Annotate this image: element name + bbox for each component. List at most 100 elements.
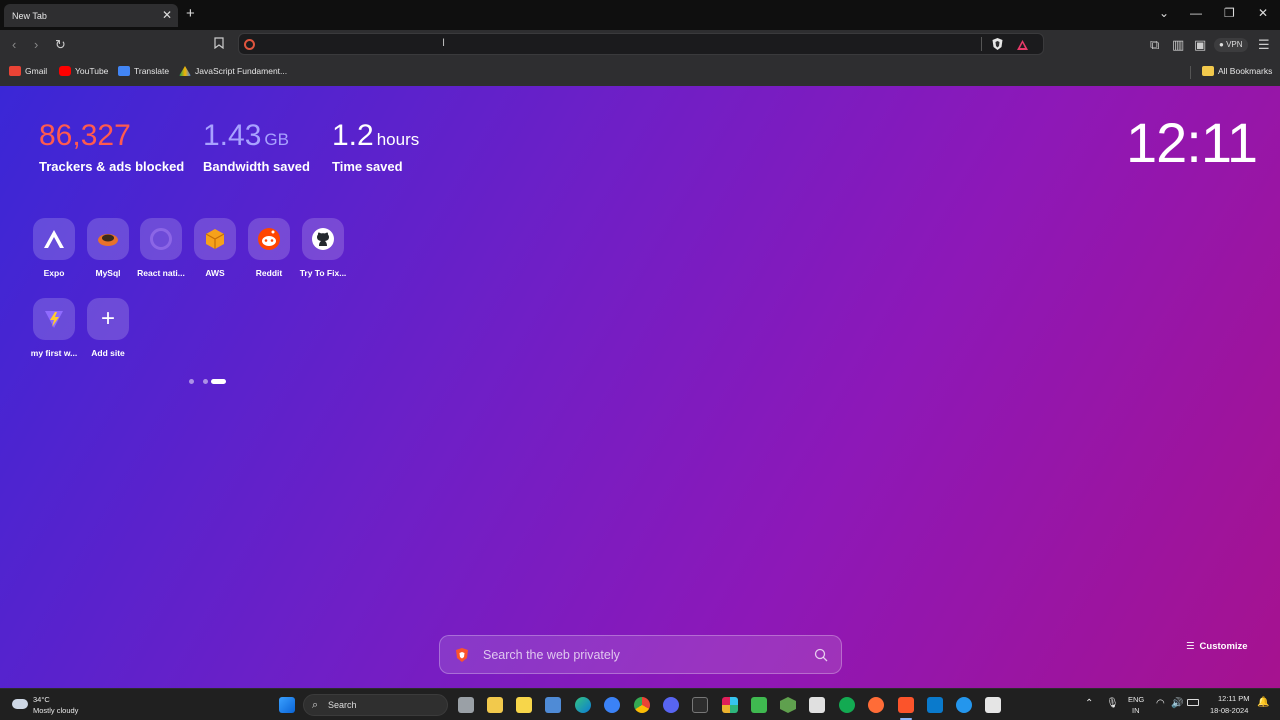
bookmarks-divider	[1190, 66, 1191, 79]
microsoft-store-icon[interactable]	[545, 697, 561, 713]
snipping-tool-icon[interactable]	[985, 697, 1001, 713]
terminal-icon[interactable]	[692, 697, 708, 713]
top-sites-page-dot[interactable]	[203, 379, 208, 384]
search-box[interactable]: Search the web privately	[439, 635, 842, 674]
bookmark-label: Gmail	[25, 66, 48, 76]
bookmark-label: JavaScript Fundament...	[195, 66, 288, 76]
close-tab-icon[interactable]: ✕	[162, 8, 172, 22]
taskbar-search-icon: ⌕	[312, 699, 319, 711]
taskbar-time[interactable]: 12:11 PM	[1218, 694, 1250, 703]
top-sites-page-dot[interactable]	[189, 379, 194, 384]
brave-shields-icon[interactable]	[991, 37, 1004, 56]
address-bar[interactable]: I	[238, 33, 1044, 55]
language-indicator-top[interactable]: ENG	[1128, 695, 1144, 704]
trackers-blocked-count: 86,327	[39, 119, 131, 152]
reddit-icon	[258, 228, 280, 250]
nodejs-icon[interactable]	[780, 697, 796, 713]
new-tab-button[interactable]: +	[186, 6, 195, 22]
mysql-icon	[98, 234, 118, 246]
task-view-icon[interactable]	[458, 697, 474, 713]
top-site-aws[interactable]	[194, 218, 236, 260]
all-bookmarks-label: All Bookmarks	[1218, 66, 1273, 76]
weather-desc: Mostly cloudy	[33, 706, 79, 715]
aws-icon	[205, 229, 225, 249]
bookmark-label: Translate	[134, 66, 170, 76]
tab-new-tab[interactable]: New Tab ✕	[4, 4, 178, 27]
bookmark-label: YouTube	[75, 66, 109, 76]
mongodb-compass-icon[interactable]	[839, 697, 855, 713]
top-site-expo[interactable]	[33, 218, 75, 260]
time-number: 1.2	[332, 119, 374, 152]
docker-icon[interactable]	[956, 697, 972, 713]
site-info-icon[interactable]	[244, 39, 255, 50]
battery-icon[interactable]	[1187, 699, 1199, 706]
taskbar-date[interactable]: 18-08-2024	[1210, 706, 1248, 715]
volume-icon[interactable]: 🔊	[1171, 698, 1183, 709]
all-bookmarks-button[interactable]: All Bookmarks	[1202, 66, 1272, 76]
top-site-my-first-website[interactable]	[33, 298, 75, 340]
customize-label: Customize	[1199, 641, 1248, 652]
reload-button[interactable]: ↻	[55, 37, 66, 53]
show-hidden-icons-chevron-icon[interactable]: ⌃	[1085, 698, 1093, 709]
app-icon[interactable]	[604, 697, 620, 713]
sliders-icon: ☰	[1186, 641, 1195, 652]
brave-rewards-icon[interactable]	[1016, 38, 1029, 56]
extensions-icon[interactable]: ⧉	[1150, 37, 1159, 53]
restore-button[interactable]: ❐	[1224, 6, 1235, 20]
top-site-label: Try To Fix...	[299, 268, 347, 278]
text-cursor-icon: I	[442, 37, 446, 49]
vscode-icon[interactable]	[927, 697, 943, 713]
file-explorer-icon[interactable]	[487, 697, 503, 713]
omnibox-divider	[981, 37, 982, 51]
slack-icon[interactable]	[722, 697, 738, 713]
chrome-icon[interactable]	[634, 697, 650, 713]
time-saved-value: 1.2 hours	[332, 118, 419, 158]
app-icon[interactable]	[809, 697, 825, 713]
trackers-blocked-label: Trackers & ads blocked	[39, 159, 185, 174]
plus-icon: +	[100, 305, 115, 332]
edge-icon[interactable]	[575, 697, 591, 713]
back-button[interactable]: ‹	[12, 37, 16, 53]
wallet-icon[interactable]: ▣	[1194, 37, 1206, 53]
wifi-icon[interactable]: ◠	[1156, 698, 1165, 709]
miro-icon[interactable]	[516, 697, 532, 713]
app-green-icon[interactable]	[751, 697, 767, 713]
top-site-reddit[interactable]	[248, 218, 290, 260]
translate-icon	[118, 66, 130, 76]
top-sites-page-dot-active[interactable]	[211, 379, 226, 384]
forward-button[interactable]: ›	[34, 37, 38, 53]
minimize-button[interactable]: —	[1190, 6, 1202, 20]
customize-button[interactable]: ☰ Customize	[1186, 641, 1248, 652]
bookmark-translate[interactable]: Translate	[118, 66, 169, 76]
top-site-react-native[interactable]	[140, 218, 182, 260]
language-indicator-bottom: IN	[1132, 706, 1140, 715]
brave-browser-icon[interactable]	[898, 697, 914, 713]
bookmark-gmail[interactable]: Gmail	[9, 66, 47, 76]
time-unit: hours	[376, 130, 420, 149]
microphone-icon[interactable]: 🎙	[1106, 698, 1119, 709]
brave-logo-icon	[456, 648, 468, 662]
discord-icon[interactable]	[663, 697, 679, 713]
windows-start-icon[interactable]	[279, 697, 295, 713]
sidebar-icon[interactable]: ▥	[1172, 37, 1184, 53]
bandwidth-number: 1.43	[203, 119, 262, 152]
close-window-button[interactable]: ✕	[1258, 6, 1268, 20]
vpn-button[interactable]: ● VPN	[1214, 38, 1248, 52]
add-site-button[interactable]: +	[87, 298, 129, 340]
expo-icon	[44, 230, 64, 248]
top-site-mysql[interactable]	[87, 218, 129, 260]
top-site-github[interactable]	[302, 218, 344, 260]
bandwidth-saved-value: 1.43 GB	[203, 118, 289, 158]
bookmark-javascript-fundamentals[interactable]: JavaScript Fundament...	[179, 66, 287, 76]
notifications-bell-icon[interactable]: 🔔	[1257, 697, 1269, 708]
taskbar-search[interactable]: ⌕ Search	[303, 694, 448, 716]
clock: 12:11	[1126, 111, 1258, 174]
postman-icon[interactable]	[868, 697, 884, 713]
bookmark-page-button[interactable]	[214, 37, 224, 53]
tab-search-chevron-icon[interactable]: ⌄	[1159, 6, 1169, 20]
bookmarks-bar: Gmail YouTube Translate JavaScript Funda…	[0, 60, 1280, 86]
search-icon[interactable]	[814, 648, 828, 662]
add-site-label: Add site	[91, 348, 125, 358]
menu-icon[interactable]: ☰	[1258, 37, 1270, 53]
bookmark-youtube[interactable]: YouTube	[59, 66, 108, 76]
